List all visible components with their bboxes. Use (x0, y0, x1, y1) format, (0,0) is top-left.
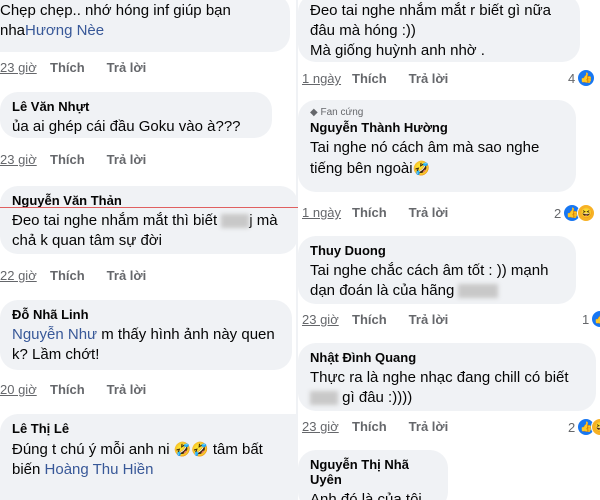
like-button[interactable]: Thích (352, 205, 387, 220)
fan-badge: ◆ Fan cứng (310, 107, 364, 118)
commenter-name[interactable]: Nguyễn Văn Thản (12, 193, 286, 208)
commenter-name[interactable]: Lê Thị Lê (12, 421, 286, 436)
commenter-name[interactable]: Nguyễn Thành Hường (310, 120, 564, 135)
comment-bubble: Đeo tai nghe nhắm mắt r biết gì nữa đâu m… (298, 0, 580, 62)
comment-time[interactable]: 23 giờ (0, 60, 50, 75)
comment-actions: 20 giờ Thích Trả lời (0, 382, 168, 397)
laughing-face-icon: 😆 (591, 418, 600, 436)
like-button[interactable]: Thích (50, 152, 85, 167)
censor-blur (458, 284, 499, 299)
mention-link[interactable]: Hoàng Thu Hiền (45, 461, 154, 478)
commenter-name[interactable]: Nguyễn Thị Nhã Uyên (310, 457, 436, 487)
comment-text: Anh đó là của tôi (310, 491, 422, 500)
comment-bubble: Nhật Đình Quang Thực ra là nghe nhạc đan… (298, 343, 596, 411)
comment-bubble: Thuy Duong Tai nghe chắc cách âm tốt : )… (298, 236, 576, 304)
reply-button[interactable]: Trả lời (107, 60, 147, 75)
red-underline (0, 207, 298, 208)
comment-text: Nguyễn Như m thấy hình ảnh này quen k? Lầ… (12, 326, 275, 363)
comment-bubble: ◆ Fan cứng Nguyễn Thành Hường Tai nghe n… (298, 100, 576, 192)
comment-text: Đeo tai nghe nhắm mắt r biết gì nữa đâu m… (310, 2, 552, 59)
comment-bubble: Lê Văn Nhựt ủa ai ghép cái đầu Goku vào … (0, 92, 272, 138)
like-button[interactable]: Thích (352, 419, 387, 434)
reaction-count[interactable]: 2👍😆 (554, 204, 596, 222)
like-button[interactable]: Thích (352, 312, 387, 327)
comment-bubble: Nguyễn Văn Thản Đeo tai nghe nhắm mắt th… (0, 186, 298, 254)
comment-text: Tai nghe nó cách âm mà sao nghe tiếng bên… (310, 139, 540, 177)
reply-button[interactable]: Trả lời (409, 205, 449, 220)
comment-bubble: Chẹp chẹp.. nhớ hóng inf giúp bạn nhaHươn… (0, 0, 290, 52)
like-button[interactable]: Thích (352, 71, 387, 86)
comment-actions: 23 giờ Thích Trả lời (302, 419, 470, 434)
like-button[interactable]: Thích (50, 382, 85, 397)
comment-text: Đeo tai nghe nhắm mắt thì biết j mà chả k… (12, 212, 278, 249)
comment-text: ủa ai ghép cái đầu Goku vào à??? (12, 118, 241, 135)
censor-blur (221, 214, 250, 229)
comment-bubble: Đỗ Nhã Linh Nguyễn Như m thấy hình ảnh n… (0, 300, 292, 370)
comment-actions: 23 giờ Thích Trả lời (302, 312, 470, 327)
commenter-name[interactable]: Nhật Đình Quang (310, 350, 584, 365)
reply-button[interactable]: Trả lời (409, 312, 449, 327)
thumbs-up-icon: 👍 (592, 311, 600, 327)
reaction-count[interactable]: 2👍😆 (568, 418, 600, 436)
comment-actions: 1 ngày Thích Trả lời (302, 205, 470, 220)
commenter-name[interactable]: Lê Văn Nhựt (12, 99, 260, 114)
comment-time[interactable]: 23 giờ (302, 419, 352, 434)
comment-time[interactable]: 1 ngày (302, 71, 352, 86)
laughing-face-icon: 😆 (577, 204, 596, 222)
comment-text: Tai nghe chắc cách âm tốt : )) mạnh dạn đ… (310, 262, 549, 299)
comment-actions: 1 ngày Thích Trả lời (302, 71, 470, 86)
mention-link[interactable]: Nguyễn Như (12, 326, 97, 343)
comment-text: Thực ra là nghe nhạc đang chill có biết … (310, 369, 569, 406)
censor-blur (310, 391, 338, 406)
comment-time[interactable]: 23 giờ (302, 312, 352, 327)
comment-bubble: Lê Thị Lê Đúng t chú ý mỗi anh ni 🤣🤣 tâm… (0, 414, 298, 500)
mention-link[interactable]: Hương Nèe (25, 22, 104, 39)
comment-actions: 23 giờ Thích Trả lời (0, 152, 168, 167)
reply-button[interactable]: Trả lời (409, 71, 449, 86)
comment-time[interactable]: 22 giờ (0, 268, 50, 283)
comment-time[interactable]: 23 giờ (0, 152, 50, 167)
comment-time[interactable]: 20 giờ (0, 382, 50, 397)
comment-bubble: Nguyễn Thị Nhã Uyên Anh đó là của tôi (298, 450, 448, 500)
reply-button[interactable]: Trả lời (409, 419, 449, 434)
comment-text: Đúng t chú ý mỗi anh ni 🤣🤣 tâm bất biến H… (12, 441, 263, 478)
right-comment-column: Đeo tai nghe nhắm mắt r biết gì nữa đâu m… (298, 0, 600, 500)
commenter-name[interactable]: Thuy Duong (310, 243, 564, 258)
like-button[interactable]: Thích (50, 60, 85, 75)
reaction-count[interactable]: 1👍 (582, 311, 600, 327)
reply-button[interactable]: Trả lời (107, 152, 147, 167)
comment-time[interactable]: 1 ngày (302, 205, 352, 220)
like-button[interactable]: Thích (50, 268, 85, 283)
comment-text: Chẹp chẹp.. nhớ hóng inf giúp bạn nhaHươn… (0, 2, 231, 39)
comment-actions: 22 giờ Thích Trả lời (0, 268, 168, 283)
reply-button[interactable]: Trả lời (107, 382, 147, 397)
laughing-emoji-icon: 🤣 (412, 160, 431, 176)
commenter-name[interactable]: Đỗ Nhã Linh (12, 307, 280, 322)
laughing-emoji-icon: 🤣🤣 (173, 441, 209, 457)
left-comment-column: Chẹp chẹp.. nhớ hóng inf giúp bạn nhaHươn… (0, 0, 298, 500)
comment-actions: 23 giờ Thích Trả lời (0, 60, 168, 75)
thumbs-up-icon: 👍 (578, 70, 595, 86)
reply-button[interactable]: Trả lời (107, 268, 147, 283)
reaction-count[interactable]: 4 👍 (568, 70, 595, 86)
diamond-icon: ◆ (310, 107, 318, 118)
